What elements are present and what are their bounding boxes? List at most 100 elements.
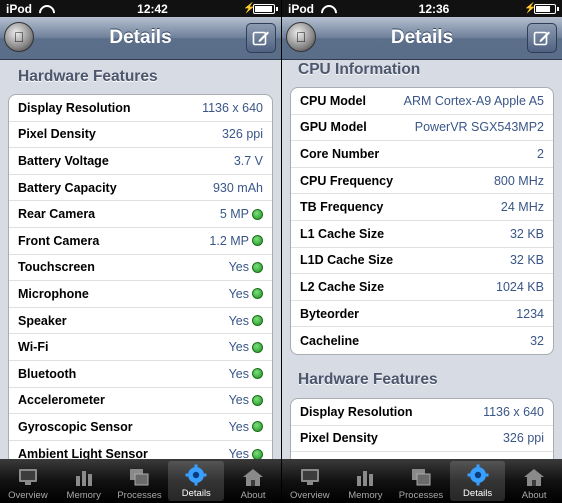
- row-value: Yes: [228, 366, 249, 381]
- row-label: Display Resolution: [300, 404, 413, 419]
- page-title: Details: [390, 27, 454, 48]
- row-value: 1234: [516, 306, 544, 321]
- edit-button[interactable]: [527, 23, 557, 53]
- row-value-wrap: 1024 KB: [496, 280, 544, 294]
- tab-overview[interactable]: Overview: [282, 459, 338, 503]
- house-icon: [521, 465, 547, 489]
- row-wi-fi: Wi-Fi Yes: [9, 334, 272, 361]
- row-l2-cache-size: L2 Cache Size 1024 KB: [291, 274, 553, 301]
- battery-icon: ⚡: [243, 3, 278, 14]
- wifi-icon: [38, 4, 52, 14]
- tab-details[interactable]: Details: [449, 461, 506, 501]
- tab-about[interactable]: About: [225, 459, 281, 503]
- compose-icon: [252, 31, 269, 46]
- row-label: Battery Voltage: [18, 153, 109, 168]
- edit-button[interactable]: [246, 23, 276, 53]
- details-list[interactable]: Hardware Features Display Resolution 1136…: [0, 60, 281, 459]
- row-value: 1136 x 640: [202, 100, 263, 115]
- tab-memory[interactable]: Memory: [56, 459, 112, 503]
- status-ok-icon: [252, 368, 263, 380]
- row-label: Pixel Density: [300, 431, 378, 446]
- row-value: 326 ppi: [502, 431, 544, 446]
- tab-label: Memory: [66, 490, 101, 501]
- row-battery-voltage: Battery Voltage3.7 V: [291, 452, 553, 459]
- tab-memory[interactable]: Memory: [338, 459, 394, 503]
- details-list[interactable]: CPU Information CPU Model ARM Cortex-A9 A…: [282, 60, 562, 459]
- row-label: L1D Cache Size: [300, 253, 394, 268]
- nav-bar:  Details: [0, 17, 281, 60]
- nav-bar:  Details: [282, 17, 562, 60]
- row-value: 1024 KB: [496, 279, 544, 294]
- tab-overview[interactable]: Overview: [0, 459, 56, 503]
- row-display-resolution: Display Resolution 1136 x 640: [291, 399, 553, 426]
- status-ok-icon: [252, 341, 263, 353]
- row-value: 800 MHz: [493, 173, 544, 188]
- row-label: Bluetooth: [18, 366, 77, 381]
- status-ok-icon: [252, 448, 263, 459]
- row-value-wrap: 1234: [516, 307, 544, 321]
- row-l1d-cache-size: L1D Cache Size 32 KB: [291, 248, 553, 275]
- row-value-wrap: Yes: [229, 287, 263, 301]
- row-value-wrap: 326 ppi: [222, 127, 263, 141]
- screen-left: iPod 12:42 ⚡  Details Hardware Features…: [0, 0, 281, 503]
- cpu-group: CPU Model ARM Cortex-A9 Apple A5 GPU Model…: [290, 87, 554, 355]
- row-value-wrap: 3.7 V: [234, 154, 263, 168]
- row-value-wrap: 1136 x 640: [483, 405, 544, 419]
- row-label: Wi-Fi: [18, 340, 49, 355]
- row-value: ARM Cortex-A9 Apple A5: [403, 93, 544, 108]
- row-byteorder: Byteorder 1234: [291, 301, 553, 328]
- bar-chart-icon: [71, 465, 97, 489]
- status-time: 12:42: [137, 1, 168, 16]
- row-cacheline: Cacheline 32: [291, 327, 553, 354]
- row-display-resolution: Display Resolution 1136 x 640: [9, 95, 272, 122]
- status-ok-icon: [252, 315, 263, 327]
- tab-processes[interactable]: Processes: [393, 459, 449, 503]
- row-tb-frequency: TB Frequency 24 MHz: [291, 194, 553, 221]
- row-label: GPU Model: [300, 120, 367, 135]
- status-ok-icon: [252, 235, 263, 247]
- app-logo-icon[interactable]: : [4, 22, 34, 52]
- row-value-wrap: 800 MHz: [494, 174, 544, 188]
- hardware-group: Display Resolution 1136 x 640 Pixel Densit…: [8, 94, 273, 459]
- row-value-wrap: 32 KB: [510, 253, 544, 267]
- compose-icon: [533, 31, 550, 46]
- row-value-wrap: 326 ppi: [503, 431, 544, 445]
- row-value-wrap: Yes: [229, 314, 263, 328]
- status-bar: iPod 12:42 ⚡: [0, 0, 281, 17]
- row-cpu-frequency: CPU Frequency 800 MHz: [291, 168, 553, 195]
- row-value: 32: [530, 333, 544, 348]
- row-value: Yes: [228, 313, 249, 328]
- row-accelerometer: Accelerometer Yes: [9, 388, 272, 415]
- tab-processes[interactable]: Processes: [112, 459, 168, 503]
- row-label: Accelerometer: [18, 393, 105, 408]
- row-label: Microphone: [18, 286, 89, 301]
- status-time: 12:36: [418, 1, 450, 16]
- row-front-camera: Front Camera 1.2 MP: [9, 228, 272, 255]
- row-pixel-density: Pixel Density 326 ppi: [9, 122, 272, 149]
- tab-about[interactable]: About: [506, 459, 562, 503]
- row-value-wrap: Yes: [229, 393, 263, 407]
- status-ok-icon: [252, 288, 263, 300]
- row-value: 2: [537, 146, 544, 161]
- row-battery-voltage: Battery Voltage 3.7 V: [9, 148, 272, 175]
- app-logo-icon[interactable]: : [286, 22, 316, 52]
- row-label: TB Frequency: [300, 200, 384, 215]
- row-value: 5 MP: [219, 207, 249, 222]
- row-value: Yes: [228, 340, 249, 355]
- status-ok-icon: [252, 421, 263, 433]
- row-label: L2 Cache Size: [300, 279, 385, 294]
- tab-bar: Overview Memory Processes Details About: [282, 459, 562, 503]
- row-value-wrap: 1.2 MP: [209, 234, 263, 248]
- row-core-number: Core Number 2: [291, 141, 553, 168]
- row-label: Display Resolution: [18, 100, 131, 115]
- row-cpu-model: CPU Model ARM Cortex-A9 Apple A5: [291, 88, 553, 115]
- tab-label: Overview: [290, 490, 330, 501]
- bar-chart-icon: [352, 465, 378, 489]
- row-gpu-model: GPU Model PowerVR SGX543MP2: [291, 115, 553, 142]
- windows-icon: [408, 465, 434, 489]
- row-label: Front Camera: [18, 233, 100, 248]
- tab-details[interactable]: Details: [168, 461, 225, 501]
- row-value: Yes: [228, 419, 249, 434]
- status-ok-icon: [252, 261, 263, 273]
- row-value: Yes: [228, 393, 249, 408]
